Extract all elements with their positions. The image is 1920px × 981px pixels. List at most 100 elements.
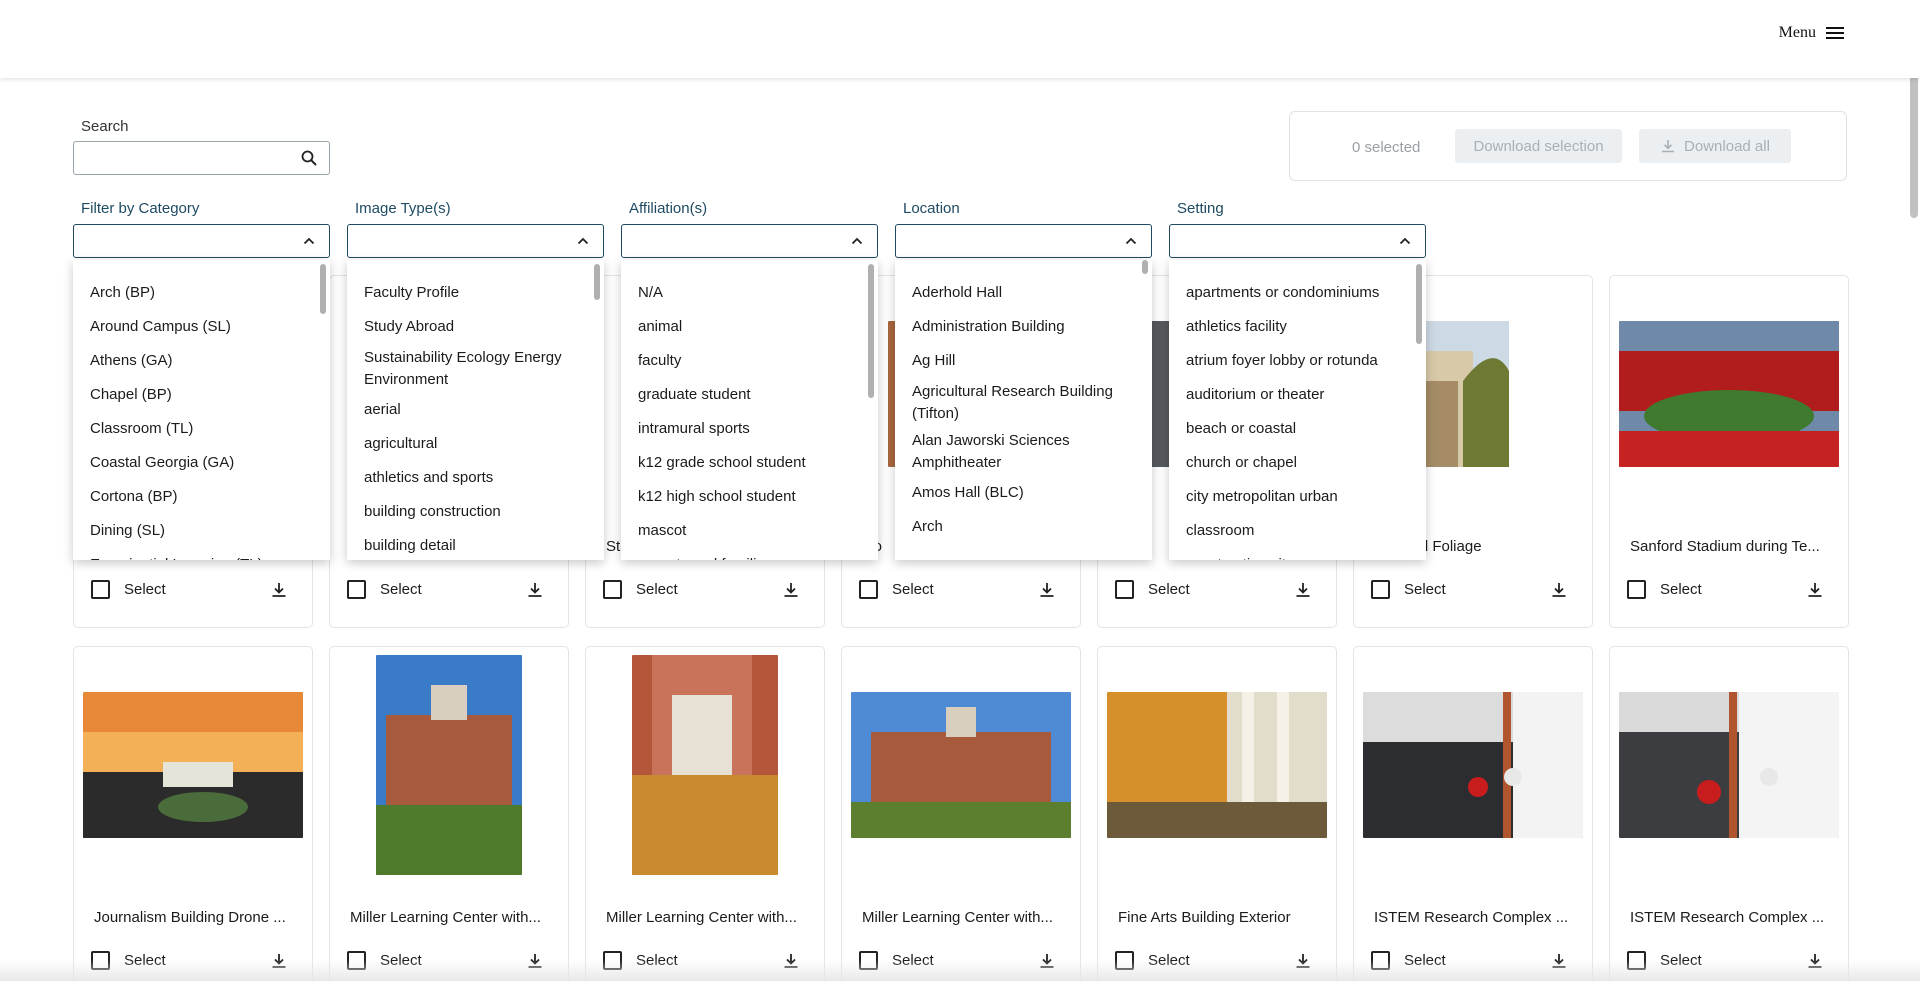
card-select[interactable]: Select <box>859 580 934 599</box>
dropdown-option[interactable]: mascot <box>621 514 878 548</box>
chevron-up-icon[interactable] <box>303 236 315 246</box>
select-checkbox[interactable] <box>91 580 110 599</box>
dropdown-option[interactable]: Experiential Learning (TL) <box>73 548 330 560</box>
dropdown-scrollbar-thumb[interactable] <box>868 264 874 398</box>
select-checkbox[interactable] <box>1115 580 1134 599</box>
dropdown-option[interactable]: classroom <box>1169 514 1426 548</box>
dropdown-option[interactable]: agricultural <box>347 427 604 461</box>
image-card[interactable]: ISTEM Research Complex ... Select <box>1353 646 1593 981</box>
chevron-up-icon[interactable] <box>851 236 863 246</box>
dropdown-option[interactable]: Alan Jaworski Sciences Amphitheater <box>895 427 1152 476</box>
download-icon[interactable] <box>1550 581 1568 599</box>
image-card[interactable]: Miller Learning Center with... Select <box>841 646 1081 981</box>
dropdown-scrollbar-thumb[interactable] <box>594 264 600 300</box>
image-card[interactable]: Sanford Stadium during Te... Select <box>1609 275 1849 628</box>
dropdown-option[interactable]: Arch (BP) <box>73 276 330 310</box>
dropdown-option[interactable]: building detail <box>347 529 604 560</box>
card-photo[interactable] <box>1107 692 1327 838</box>
dropdown-option[interactable]: Administration Building <box>895 310 1152 344</box>
image-card[interactable]: Miller Learning Center with... Select <box>329 646 569 981</box>
dropdown-option[interactable]: Athens (GA) <box>73 344 330 378</box>
card-title[interactable]: Journalism Building Drone ... <box>94 909 294 926</box>
filter-select-affiliation[interactable] <box>621 224 878 258</box>
dropdown-option[interactable]: apartments or condominiums <box>1169 276 1426 310</box>
dropdown-option[interactable]: beach or coastal <box>1169 412 1426 446</box>
card-select[interactable]: Select <box>1627 580 1702 599</box>
dropdown-option[interactable]: Cortona (BP) <box>73 480 330 514</box>
dropdown-scrollbar-thumb[interactable] <box>1416 264 1422 344</box>
download-icon[interactable] <box>526 581 544 599</box>
dropdown-option[interactable]: construction site <box>1169 548 1426 560</box>
page-scrollbar-thumb[interactable] <box>1910 68 1918 218</box>
dropdown-option[interactable]: Chapel (BP) <box>73 378 330 412</box>
dropdown-option[interactable]: graduate student <box>621 378 878 412</box>
card-photo[interactable] <box>851 692 1071 838</box>
dropdown-option[interactable]: building construction <box>347 495 604 529</box>
search-icon[interactable] <box>301 150 317 166</box>
dropdown-option[interactable]: Coastal Georgia (GA) <box>73 446 330 480</box>
card-photo[interactable] <box>1619 321 1839 467</box>
filter-select-category[interactable] <box>73 224 330 258</box>
menu-button[interactable]: Menu <box>1779 24 1844 42</box>
download-icon[interactable] <box>782 581 800 599</box>
card-select[interactable]: Select <box>347 580 422 599</box>
card-title[interactable]: ISTEM Research Complex ... <box>1374 909 1574 926</box>
download-selection-button[interactable]: Download selection <box>1455 129 1622 163</box>
card-photo[interactable] <box>1619 692 1839 838</box>
filter-select-setting[interactable] <box>1169 224 1426 258</box>
dropdown-option[interactable]: athletics facility <box>1169 310 1426 344</box>
download-icon[interactable] <box>1294 581 1312 599</box>
dropdown-option[interactable]: Faculty Profile <box>347 276 604 310</box>
card-select[interactable]: Select <box>91 580 166 599</box>
filter-select-image-type[interactable] <box>347 224 604 258</box>
dropdown-scrollbar-thumb[interactable] <box>320 264 326 314</box>
dropdown-option[interactable]: k12 grade school student <box>621 446 878 480</box>
download-icon[interactable] <box>1038 581 1056 599</box>
image-card[interactable]: Fine Arts Building Exterior Select <box>1097 646 1337 981</box>
select-checkbox[interactable] <box>1371 580 1390 599</box>
dropdown-option[interactable]: k12 high school student <box>621 480 878 514</box>
dropdown-option[interactable]: Arch <box>895 510 1152 544</box>
dropdown-option[interactable]: intramural sports <box>621 412 878 446</box>
chevron-up-icon[interactable] <box>1125 236 1137 246</box>
dropdown-option[interactable]: aerial <box>347 393 604 427</box>
chevron-up-icon[interactable] <box>1399 236 1411 246</box>
dropdown-option[interactable]: auditorium or theater <box>1169 378 1426 412</box>
dropdown-option[interactable]: Around Campus (SL) <box>73 310 330 344</box>
search-input[interactable] <box>74 142 284 174</box>
card-select[interactable]: Select <box>1371 580 1446 599</box>
dropdown-option[interactable]: church or chapel <box>1169 446 1426 480</box>
dropdown-option[interactable]: athletics and sports <box>347 461 604 495</box>
dropdown-option[interactable]: atrium foyer lobby or rotunda <box>1169 344 1426 378</box>
dropdown-option[interactable]: city metropolitan urban <box>1169 480 1426 514</box>
card-select[interactable]: Select <box>603 580 678 599</box>
image-card[interactable]: Miller Learning Center with... Select <box>585 646 825 981</box>
download-icon[interactable] <box>1806 581 1824 599</box>
dropdown-option[interactable]: Classroom (TL) <box>73 412 330 446</box>
select-checkbox[interactable] <box>347 580 366 599</box>
card-photo[interactable] <box>632 655 778 875</box>
dropdown-option[interactable]: N/A <box>621 276 878 310</box>
select-checkbox[interactable] <box>1627 580 1646 599</box>
select-checkbox[interactable] <box>603 580 622 599</box>
card-title[interactable]: ISTEM Research Complex ... <box>1630 909 1830 926</box>
dropdown-option[interactable]: Ag Hill <box>895 344 1152 378</box>
dropdown-option[interactable]: Sustainability Ecology Energy Environmen… <box>347 344 604 393</box>
dropdown-option[interactable]: Aderhold Hall <box>895 276 1152 310</box>
card-title[interactable]: Miller Learning Center with... <box>350 909 550 926</box>
image-card[interactable]: Journalism Building Drone ... Select <box>73 646 313 981</box>
download-all-button[interactable]: Download all <box>1639 129 1791 163</box>
card-title[interactable]: Fine Arts Building Exterior <box>1118 909 1318 926</box>
card-title[interactable]: Miller Learning Center with... <box>606 909 806 926</box>
dropdown-option[interactable]: Study Abroad <box>347 310 604 344</box>
card-photo[interactable] <box>376 655 522 875</box>
card-title[interactable]: Miller Learning Center with... <box>862 909 1062 926</box>
dropdown-option[interactable]: Amos Hall (BLC) <box>895 476 1152 510</box>
dropdown-option[interactable]: parents and families <box>621 548 878 560</box>
card-title[interactable]: Sanford Stadium during Te... <box>1630 538 1830 555</box>
dropdown-option[interactable]: faculty <box>621 344 878 378</box>
download-icon[interactable] <box>270 581 288 599</box>
dropdown-scrollbar-thumb[interactable] <box>1142 260 1148 274</box>
dropdown-option[interactable]: Dining (SL) <box>73 514 330 548</box>
card-photo[interactable] <box>1363 692 1583 838</box>
